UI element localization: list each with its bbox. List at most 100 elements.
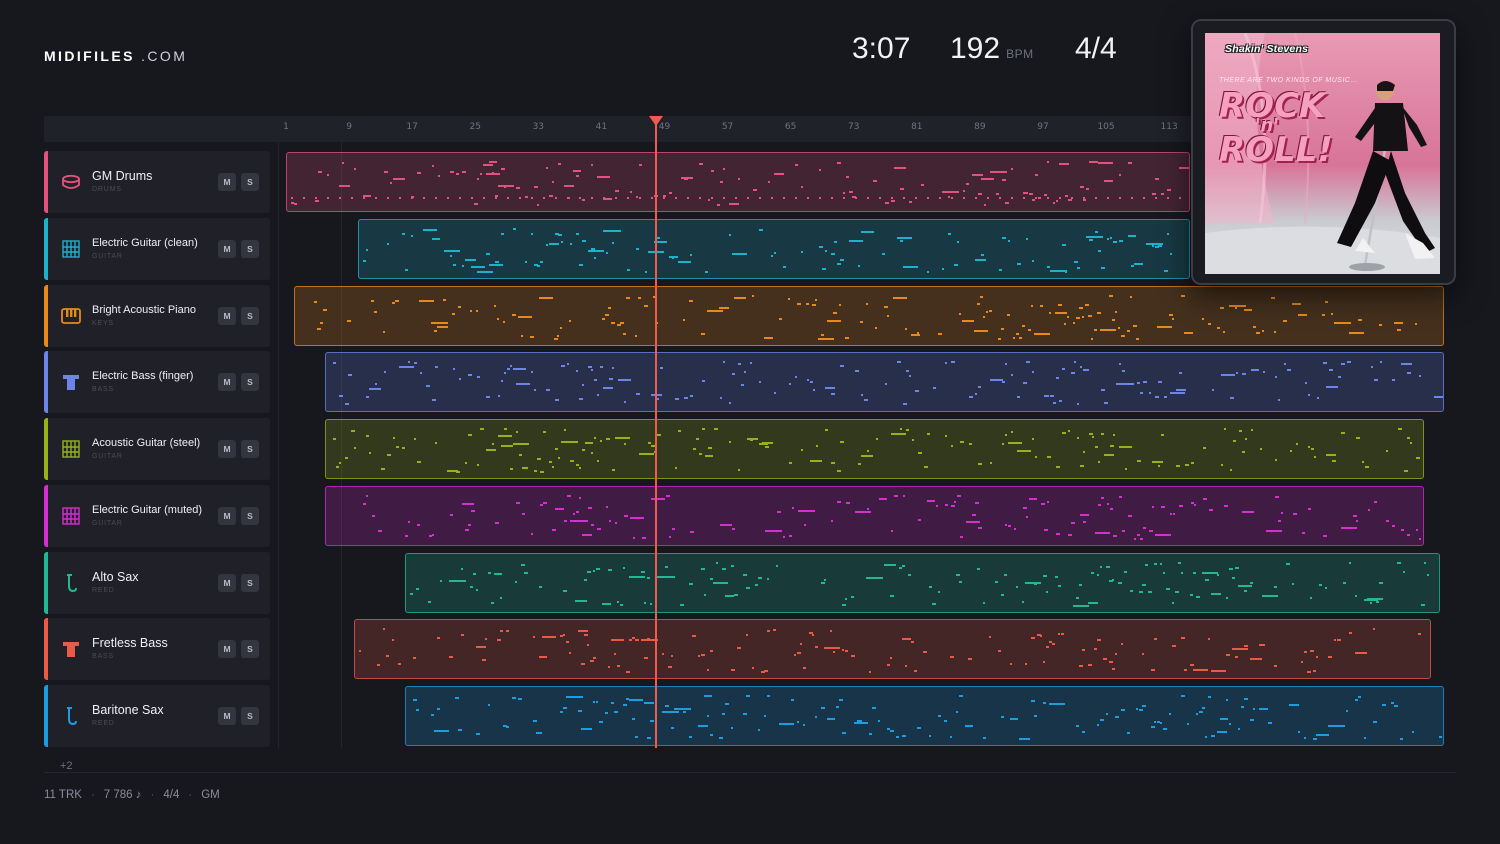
playhead-line[interactable] — [655, 122, 657, 748]
footer-divider — [44, 772, 1456, 773]
bass-icon — [61, 639, 81, 659]
ruler-tick-label: 113 — [1160, 122, 1178, 132]
clip-notes — [410, 562, 1429, 607]
midi-clip[interactable] — [325, 419, 1424, 479]
track-name: Acoustic Guitar (steel) — [92, 437, 201, 449]
midi-clip[interactable] — [286, 152, 1190, 212]
sax-icon — [61, 706, 81, 726]
ruler-tick-label: 9 — [346, 122, 352, 132]
mute-button[interactable]: M — [218, 240, 236, 258]
footer-time-signature: 4/4 — [163, 789, 180, 801]
track-color-bar — [44, 285, 48, 347]
track-name: Electric Bass (finger) — [92, 370, 194, 382]
drum-icon — [61, 172, 81, 192]
bass-icon — [61, 372, 81, 392]
ruler-tick-label: 57 — [721, 122, 734, 132]
midi-clip[interactable] — [294, 286, 1444, 346]
ruler-tick-label: 81 — [911, 122, 923, 132]
midi-clip[interactable] — [358, 219, 1190, 279]
playhead-marker[interactable] — [649, 116, 663, 126]
track-category: GUITAR — [92, 253, 123, 260]
clip-notes — [359, 628, 1421, 673]
track-color-bar — [44, 151, 48, 213]
track-name: Electric Guitar (muted) — [92, 504, 203, 516]
album-tagline: THERE ARE TWO KINDS OF MUSIC... — [1219, 77, 1358, 84]
mute-button[interactable]: M — [218, 707, 236, 725]
more-tracks-label[interactable]: +2 — [60, 760, 73, 772]
guitar-fretboard-icon — [61, 439, 81, 459]
track-category: REED — [92, 720, 115, 727]
midi-clip[interactable] — [405, 553, 1440, 613]
ruler-tick-label: 65 — [784, 122, 797, 132]
midi-clip[interactable] — [354, 619, 1431, 679]
track-category: BASS — [92, 386, 114, 393]
album-title-line3: ROLL! — [1219, 130, 1333, 170]
track-category: KEYS — [92, 320, 114, 327]
footer-standard: GM — [201, 789, 220, 801]
track-category: GUITAR — [92, 520, 123, 527]
album-cover-art: Shakin' Stevens THERE ARE TWO KINDS OF M… — [1205, 33, 1440, 274]
solo-button[interactable]: S — [241, 707, 259, 725]
mute-button[interactable]: M — [218, 574, 236, 592]
track-header[interactable]: Baritone Sax REED M S — [44, 685, 270, 747]
track-header[interactable]: Acoustic Guitar (steel) GUITAR M S — [44, 418, 270, 480]
ruler-tick-label: 73 — [847, 122, 860, 132]
solo-button[interactable]: S — [241, 640, 259, 658]
solo-button[interactable]: S — [241, 574, 259, 592]
ruler-tick-label: 17 — [406, 122, 418, 132]
ruler-tick-label: 97 — [1037, 122, 1049, 132]
track-header[interactable]: Electric Guitar (muted) GUITAR M S — [44, 485, 270, 547]
mute-button[interactable]: M — [218, 640, 236, 658]
solo-button[interactable]: S — [241, 307, 259, 325]
tempo-value: 192 — [950, 32, 1001, 65]
track-header[interactable]: Alto Sax REED M S — [44, 552, 270, 614]
mute-button[interactable]: M — [218, 507, 236, 525]
track-color-bar — [44, 685, 48, 747]
track-name: Fretless Bass — [92, 636, 168, 650]
solo-button[interactable]: S — [241, 240, 259, 258]
midi-clip[interactable] — [325, 352, 1444, 412]
track-header[interactable]: Bright Acoustic Piano KEYS M S — [44, 285, 270, 347]
track-category: DRUMS — [92, 186, 122, 193]
mute-button[interactable]: M — [218, 173, 236, 191]
grid-line — [278, 142, 279, 748]
mute-button[interactable]: M — [218, 373, 236, 391]
clip-notes — [291, 161, 1189, 206]
mute-button[interactable]: M — [218, 440, 236, 458]
solo-button[interactable]: S — [241, 507, 259, 525]
solo-button[interactable]: S — [241, 173, 259, 191]
tempo-unit: BPM — [1006, 47, 1034, 61]
track-category: GUITAR — [92, 453, 123, 460]
piano-keys-icon — [61, 306, 81, 326]
ruler-tick-label: 105 — [1097, 122, 1115, 132]
track-name: Bright Acoustic Piano — [92, 304, 196, 316]
time-signature-display: 4/4 — [1075, 32, 1117, 65]
track-name: Alto Sax — [92, 570, 139, 584]
brand-logo: MIDIFILES .COM — [44, 48, 188, 64]
duration-display: 3:07 — [852, 32, 911, 65]
track-category: REED — [92, 587, 115, 594]
track-color-bar — [44, 351, 48, 413]
track-header[interactable]: Fretless Bass BASS M S — [44, 618, 270, 680]
tempo-display: 192 BPM — [950, 32, 1034, 66]
solo-button[interactable]: S — [241, 373, 259, 391]
solo-button[interactable]: S — [241, 440, 259, 458]
sax-icon — [61, 573, 81, 593]
guitar-fretboard-icon — [61, 239, 81, 259]
track-name: GM Drums — [92, 169, 153, 183]
track-header[interactable]: Electric Bass (finger) BASS M S — [44, 351, 270, 413]
footer-stats: 11 TRK · 7 786 ♪ · 4/4 · GM — [44, 789, 220, 801]
mute-button[interactable]: M — [218, 307, 236, 325]
track-header[interactable]: Electric Guitar (clean) GUITAR M S — [44, 218, 270, 280]
ruler-tick-label: 41 — [595, 122, 608, 132]
track-name: Electric Guitar (clean) — [92, 237, 198, 249]
track-header[interactable]: GM Drums DRUMS M S — [44, 151, 270, 213]
ruler-tick-label: 89 — [974, 122, 986, 132]
clip-notes — [363, 228, 1172, 273]
midi-clip[interactable] — [325, 486, 1424, 546]
midi-clip[interactable] — [405, 686, 1444, 746]
footer-note-count: 7 786 ♪ — [103, 789, 142, 801]
clip-notes — [363, 495, 1421, 540]
track-color-bar — [44, 485, 48, 547]
footer-track-count: 11 TRK — [44, 789, 82, 801]
